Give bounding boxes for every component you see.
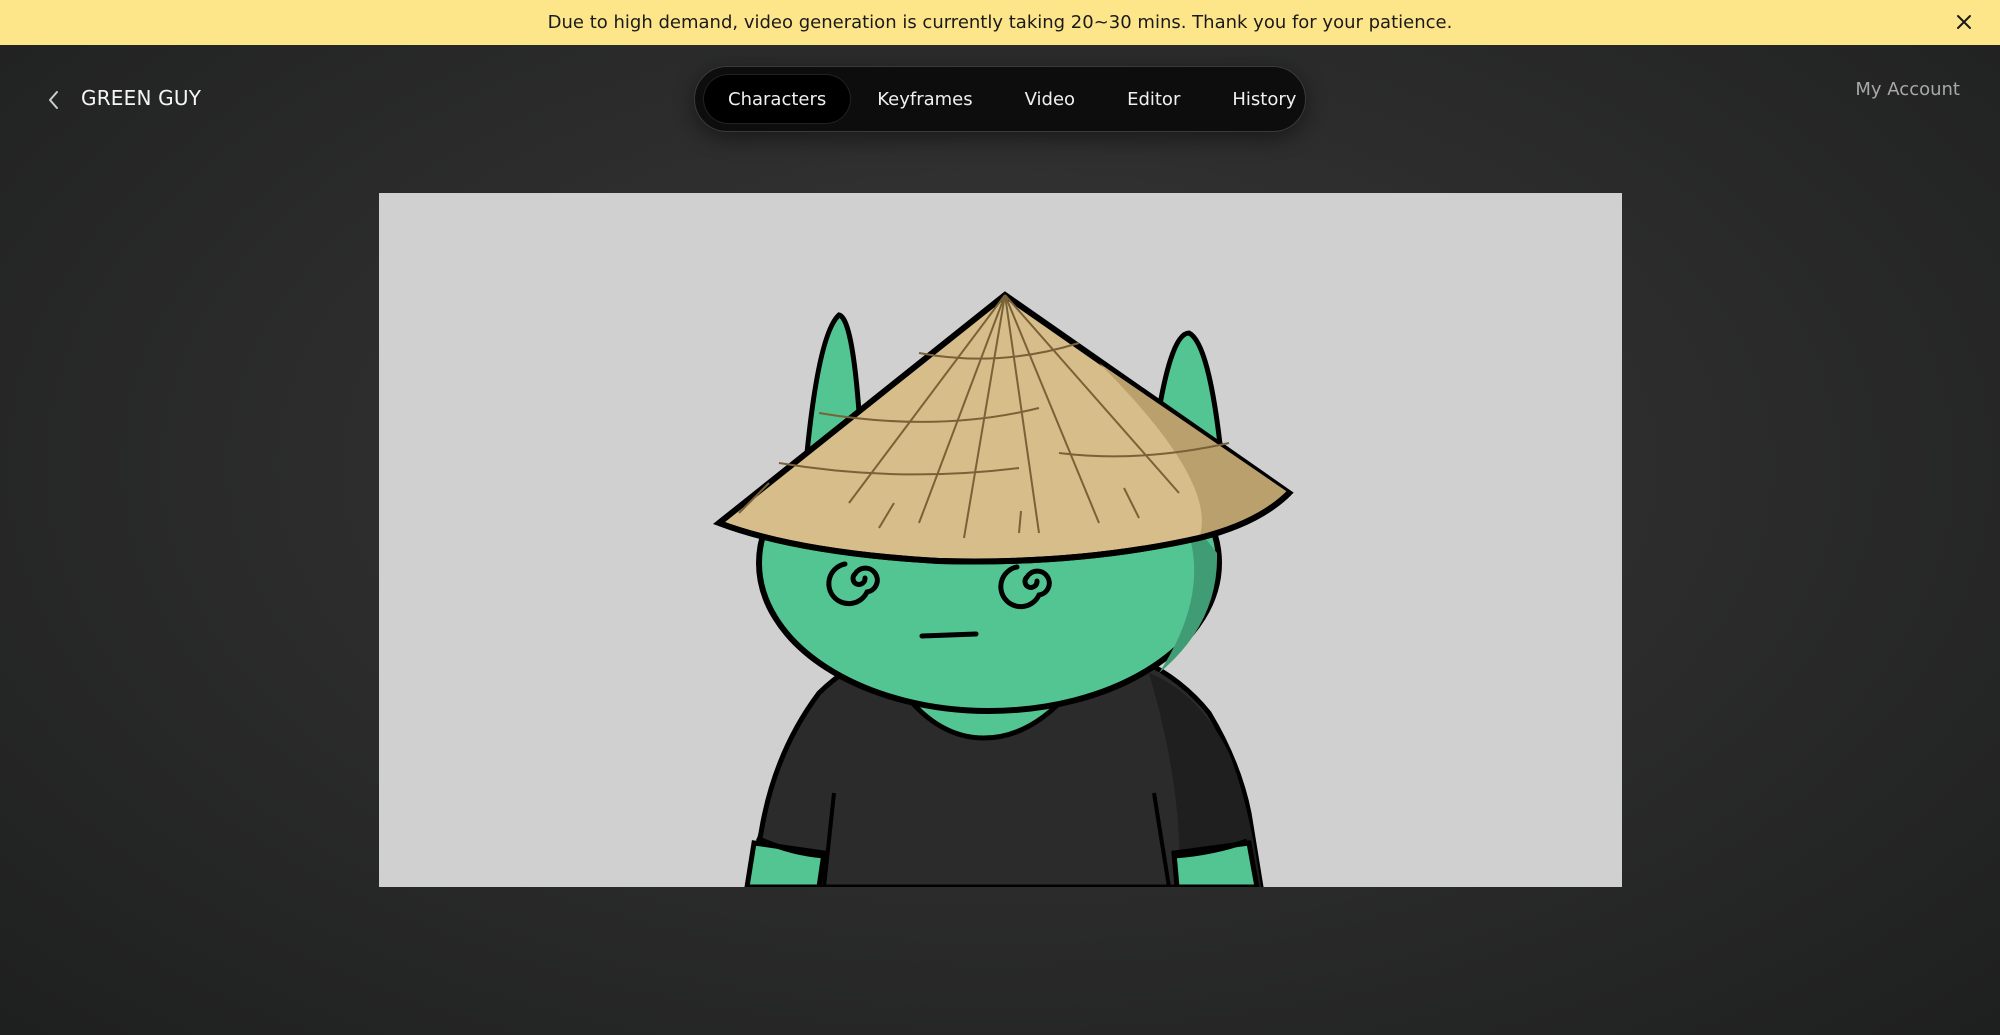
close-icon[interactable] [1954,12,1974,32]
banner-message: Due to high demand, video generation is … [547,12,1453,33]
main-nav: Characters Keyframes Video Editor Histor… [694,66,1306,132]
character-image [379,193,1622,887]
tab-keyframes[interactable]: Keyframes [851,74,998,124]
character-illustration [712,291,1294,887]
project-title: GREEN GUY [81,86,202,110]
tab-video[interactable]: Video [999,74,1101,124]
chevron-left-icon[interactable] [44,88,64,112]
notification-banner: Due to high demand, video generation is … [0,0,2000,45]
tab-editor[interactable]: Editor [1101,74,1206,124]
tab-characters[interactable]: Characters [703,74,852,124]
my-account-link[interactable]: My Account [1855,79,1960,100]
tab-history[interactable]: History [1206,74,1322,124]
